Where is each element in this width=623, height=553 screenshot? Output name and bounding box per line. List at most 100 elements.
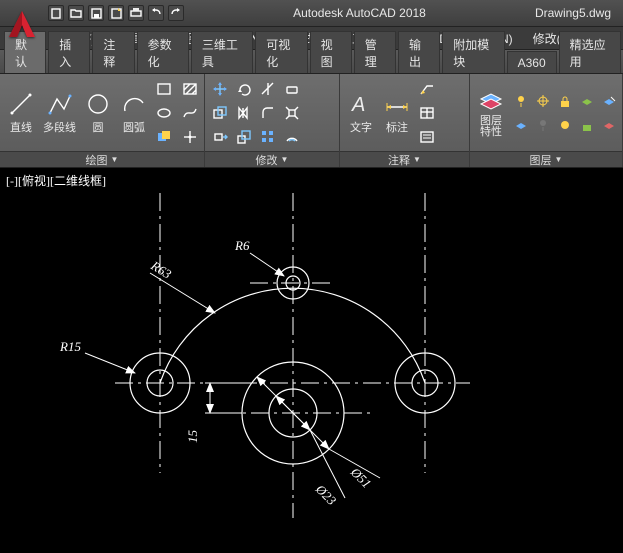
polyline-icon (46, 90, 74, 118)
stretch-button[interactable] (209, 126, 231, 148)
layer-properties-label: 图层 特性 (480, 116, 502, 138)
layer-prev-icon[interactable] (598, 114, 620, 136)
point-button[interactable] (179, 126, 201, 148)
tab-annotate[interactable]: 注释 (92, 31, 134, 73)
move-button[interactable] (209, 78, 231, 100)
layer-tools (510, 90, 618, 136)
chevron-down-icon: ▼ (281, 155, 289, 164)
layer-freeze-icon[interactable] (532, 90, 554, 112)
explode-button[interactable] (281, 102, 303, 124)
tab-featured[interactable]: 精选应用 (559, 31, 621, 73)
panel-draw: 直线 多段线 圆 圆弧 绘图▼ (0, 74, 205, 167)
tab-output[interactable]: 输出 (398, 31, 440, 73)
arc-label: 圆弧 (123, 119, 145, 135)
svg-text:A: A (351, 94, 365, 116)
ellipse-button[interactable] (153, 102, 175, 124)
layer-make-current-icon[interactable] (576, 90, 598, 112)
dim-r6: R6 (234, 238, 250, 253)
chevron-down-icon: ▼ (111, 155, 119, 164)
modify-buttons (209, 78, 303, 148)
panel-layers: 图层 特性 图层▼ (470, 74, 623, 167)
erase-button[interactable] (281, 78, 303, 100)
dim-r15: R15 (59, 339, 81, 354)
mtext-button[interactable] (416, 126, 438, 148)
saveas-icon[interactable] (108, 5, 124, 21)
save-icon[interactable] (88, 5, 104, 21)
line-icon (7, 90, 35, 118)
layer-match-icon[interactable] (598, 90, 620, 112)
tab-manage[interactable]: 管理 (354, 31, 396, 73)
polyline-button[interactable]: 多段线 (40, 88, 79, 137)
redo-icon[interactable] (168, 5, 184, 21)
offset-button[interactable] (281, 126, 303, 148)
arc-button[interactable]: 圆弧 (117, 88, 151, 137)
layer-properties-button[interactable]: 图层 特性 (474, 85, 508, 140)
layer-on-icon[interactable] (510, 90, 532, 112)
ribbon-tabs: 默认 插入 注释 参数化 三维工具 可视化 视图 管理 输出 附加模块 A360… (0, 50, 623, 74)
layer-unlock-icon[interactable] (576, 114, 598, 136)
trim-button[interactable] (257, 78, 279, 100)
app-logo[interactable] (2, 4, 42, 44)
rotate-button[interactable] (233, 78, 255, 100)
tab-view[interactable]: 视图 (310, 31, 352, 73)
dim-d51: Ø51 (347, 464, 374, 491)
drawing-canvas[interactable]: [-][俯视][二维线框] R6 R63 (0, 168, 623, 553)
quick-access-toolbar (48, 5, 184, 21)
spline-button[interactable] (179, 102, 201, 124)
scale-button[interactable] (233, 126, 255, 148)
draw-small-buttons (153, 78, 203, 148)
leader-button[interactable] (416, 78, 438, 100)
ribbon: 直线 多段线 圆 圆弧 绘图▼ (0, 74, 623, 168)
hatch-button[interactable] (179, 78, 201, 100)
dimension-icon (383, 90, 411, 118)
layer-properties-icon (477, 87, 505, 115)
tab-parametric[interactable]: 参数化 (137, 31, 189, 73)
layer-thaw-icon[interactable] (554, 114, 576, 136)
new-icon[interactable] (48, 5, 64, 21)
tab-insert[interactable]: 插入 (48, 31, 90, 73)
title-bar: Autodesk AutoCAD 2018 Drawing5.dwg (0, 0, 623, 26)
copy-button[interactable] (209, 102, 231, 124)
line-button[interactable]: 直线 (4, 88, 38, 137)
polyline-label: 多段线 (43, 119, 76, 135)
text-label: 文字 (350, 119, 372, 135)
dimension-label: 标注 (386, 119, 408, 135)
region-button[interactable] (153, 126, 175, 148)
line-label: 直线 (10, 119, 32, 135)
dim-r63: R63 (148, 257, 175, 282)
table-button[interactable] (416, 102, 438, 124)
layer-iso-icon[interactable] (510, 114, 532, 136)
panel-annotation-title[interactable]: 注释▼ (340, 151, 469, 167)
text-button[interactable]: A 文字 (344, 88, 378, 137)
arc-icon (120, 90, 148, 118)
app-title: Autodesk AutoCAD 2018 (186, 6, 533, 20)
dim-15: 15 (185, 430, 200, 444)
panel-modify-title[interactable]: 修改▼ (205, 151, 339, 167)
tab-a360[interactable]: A360 (507, 51, 557, 73)
text-icon: A (347, 90, 375, 118)
tab-3dtools[interactable]: 三维工具 (191, 31, 253, 73)
layer-off-icon[interactable] (532, 114, 554, 136)
panel-draw-title[interactable]: 绘图▼ (0, 151, 204, 167)
circle-button[interactable]: 圆 (81, 88, 115, 137)
panel-layers-title[interactable]: 图层▼ (470, 151, 622, 167)
mirror-button[interactable] (233, 102, 255, 124)
tab-visualize[interactable]: 可视化 (255, 31, 307, 73)
panel-annotation: A 文字 标注 注释▼ (340, 74, 470, 167)
open-icon[interactable] (68, 5, 84, 21)
circle-icon (84, 90, 112, 118)
cad-drawing: R6 R63 R15 Ø51 Ø23 15 (0, 168, 623, 553)
dim-d23: Ø23 (312, 481, 339, 508)
undo-icon[interactable] (148, 5, 164, 21)
array-button[interactable] (257, 126, 279, 148)
tab-addins[interactable]: 附加模块 (442, 31, 504, 73)
dimension-button[interactable]: 标注 (380, 88, 414, 137)
panel-modify: 修改▼ (205, 74, 340, 167)
plot-icon[interactable] (128, 5, 144, 21)
layer-lock-icon[interactable] (554, 90, 576, 112)
annot-small-buttons (416, 78, 440, 148)
rectangle-button[interactable] (153, 78, 175, 100)
chevron-down-icon: ▼ (413, 155, 421, 164)
circle-label: 圆 (93, 119, 104, 135)
fillet-button[interactable] (257, 102, 279, 124)
